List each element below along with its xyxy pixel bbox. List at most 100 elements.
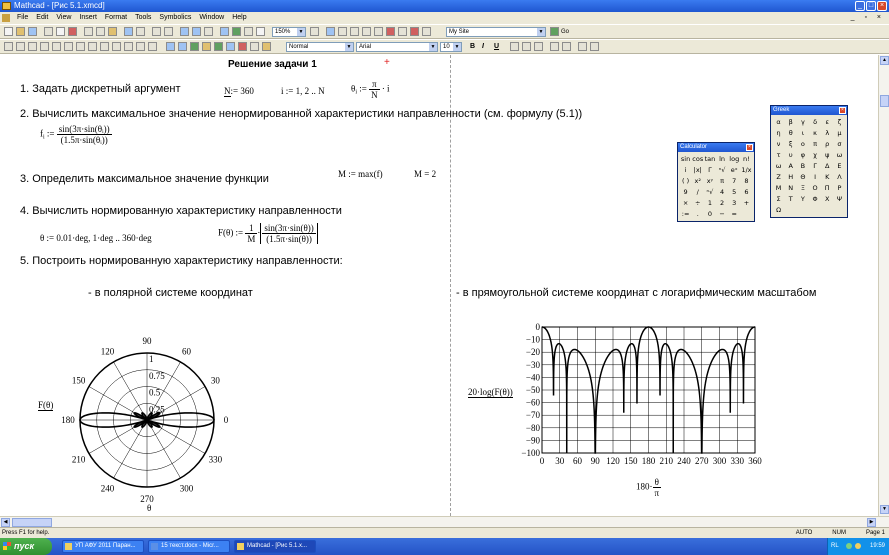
greek-key[interactable]: Ρ [834,183,845,193]
font-dropdown[interactable]: Arial ▼ [356,42,438,52]
maximize-button[interactable]: □ [866,1,876,11]
calculator-key[interactable]: tan [704,154,716,164]
greek-key[interactable]: λ [822,128,833,138]
greek-key[interactable]: ε [822,117,833,127]
greek-key[interactable]: χ [810,150,821,160]
calculator-key[interactable]: π [717,176,728,186]
bar-plot-icon[interactable] [226,42,235,51]
rect-xlabel[interactable]: 180· θ π [636,477,662,498]
worksheet[interactable]: Решение задачи 1 + 1. Задать дискретный … [0,55,878,516]
polar-caption[interactable]: - в полярной системе координат [88,287,253,299]
greek-palette[interactable]: Greek × αβγδεζηθικλμνξοπρστυφχψωωΑΒΓΔΕΖΗΘ… [770,105,848,218]
font-size-dropdown[interactable]: 10 ▼ [440,42,462,52]
calculator-key[interactable]: 4 [717,187,728,197]
calculator-key[interactable]: / [692,187,703,197]
print-icon[interactable] [44,27,53,36]
underline-button[interactable]: U [494,42,499,52]
greek-key[interactable]: Φ [810,194,821,204]
calculator-palette[interactable]: Calculator × sin cos tan ln log n! i |x| Γⁿ√ eˣ 1/x… [677,142,755,222]
symbolic-toolbar-icon[interactable] [422,27,431,36]
calculate-icon[interactable] [244,27,253,36]
calculus-toolbar-icon[interactable] [374,27,383,36]
eq-theta-i[interactable]: θi := πN · i [351,79,390,100]
go-label[interactable]: Go [561,27,569,37]
new-icon[interactable] [4,27,13,36]
greek-key[interactable]: Β [797,161,808,171]
greek-key[interactable]: Λ [834,172,845,182]
step1-text[interactable]: 1. Задать дискретный аргумент [20,83,181,95]
insert-unit-icon[interactable] [220,27,229,36]
greek-key[interactable]: β [785,117,796,127]
copy-icon[interactable] [96,27,105,36]
zoom-dropdown[interactable]: 150% ▼ [272,27,306,37]
calculator-key[interactable]: 6 [741,187,752,197]
step3-text[interactable]: 3. Определить максимальное значение функ… [20,173,269,185]
scroll-down-icon[interactable]: ▼ [880,505,889,514]
menu-format[interactable]: Format [101,12,131,24]
calculator-key[interactable]: − [717,209,728,219]
greek-key[interactable]: η [773,128,784,138]
align-right-icon[interactable] [534,42,543,51]
math-limit-icon[interactable] [100,42,109,51]
calculator-key[interactable]: sin [680,154,691,164]
calculator-key[interactable]: := [680,209,691,219]
greek-key[interactable]: ρ [822,139,833,149]
eq-i-range[interactable]: i := 1, 2 .. N [281,86,325,96]
horizontal-scroll-thumb[interactable] [12,518,52,527]
minimize-button[interactable]: _ [855,1,865,11]
math-sqrt-icon[interactable] [112,42,121,51]
calculator-key[interactable]: ln [717,154,728,164]
eq-F[interactable]: F(θ) := 1 M · sin(3π·sin(θ)) (1.5π·sin(θ)) [218,223,318,244]
greek-key[interactable]: ν [773,139,784,149]
greek-key[interactable]: Ε [834,161,845,171]
greek-key[interactable]: Ν [785,183,796,193]
greek-toolbar-icon[interactable] [410,27,419,36]
calculator-title-bar[interactable]: Calculator × [678,143,754,152]
undo-icon[interactable] [124,27,133,36]
greek-key[interactable]: τ [773,150,784,160]
greek-key[interactable]: π [810,139,821,149]
spell-check-icon[interactable] [68,27,77,36]
greek-key[interactable]: ω [773,161,784,171]
math-product-icon[interactable] [88,42,97,51]
greek-key[interactable]: μ [834,128,845,138]
align-down-icon[interactable] [164,27,173,36]
calculator-key[interactable]: ÷ [692,198,703,208]
insert-matrix-icon[interactable] [192,27,201,36]
calculator-key[interactable]: cos [692,154,703,164]
step2-text[interactable]: 2. Вычислить максимальное значение ненор… [20,108,582,120]
greek-key[interactable]: θ [785,128,796,138]
math-infinity-icon[interactable] [28,42,37,51]
eq-M-value[interactable]: M = 2 [414,169,436,179]
greek-key[interactable]: ψ [822,150,833,160]
vertical-scrollbar[interactable]: ▲ ▼ [878,55,889,516]
calculator-key[interactable]: 0 [704,209,715,219]
task-word[interactable]: 15 текст.docx - Micr... [148,540,230,553]
polar-xlabel[interactable]: θ [147,503,151,513]
insert-graph-icon[interactable] [180,27,189,36]
calculator-key[interactable]: + [741,198,752,208]
volume-icon[interactable] [855,543,861,549]
document-icon[interactable] [2,14,10,22]
calculator-key[interactable]: 8 [741,176,752,186]
scroll-left-icon[interactable]: ◀ [1,518,10,527]
superscript-icon[interactable] [578,42,587,51]
evaluation-toolbar-icon[interactable] [362,27,371,36]
eq-f[interactable]: fi := sin(3π·sin(θᵢ)) (1.5π·sin(θᵢ)) [40,124,112,145]
calculator-key[interactable]: = [729,209,740,219]
greek-key[interactable]: Δ [822,161,833,171]
math-transpose-icon[interactable] [136,42,145,51]
menu-tools[interactable]: Tools [131,12,155,24]
close-icon[interactable]: × [839,107,846,114]
greek-key[interactable]: ο [797,139,808,149]
greek-key[interactable]: υ [785,150,796,160]
greek-key[interactable]: Κ [822,172,833,182]
greek-key[interactable]: δ [810,117,821,127]
math-calc-icon[interactable] [4,42,13,51]
start-button[interactable]: пуск [0,538,52,555]
save-icon[interactable] [28,27,37,36]
plot-wizard-icon[interactable] [250,42,259,51]
rect-plot[interactable]: 0 30 60 90 120 150 180 210 240 270 300 330 3600−10−2… [508,323,773,473]
calculator-key[interactable]: 1/x [741,165,752,175]
greek-key[interactable]: Α [785,161,796,171]
